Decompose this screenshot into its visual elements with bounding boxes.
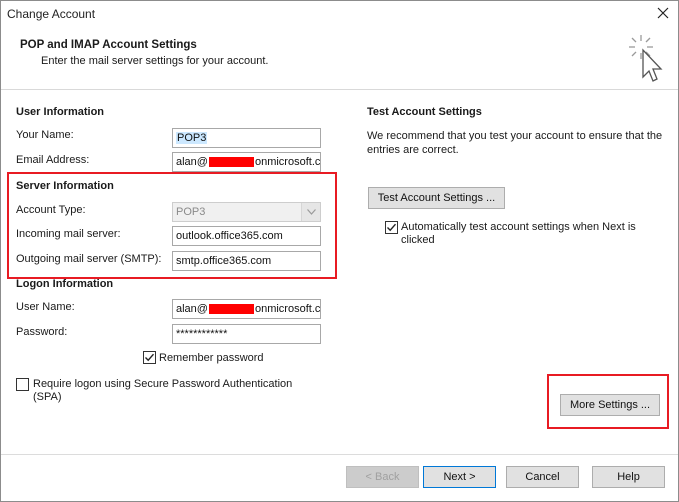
test-settings-description: We recommend that you test your account … [367,130,663,156]
remember-password-checkbox[interactable] [143,351,156,364]
close-icon[interactable] [653,3,673,23]
header-title: POP and IMAP Account Settings [20,39,197,51]
more-settings-highlight [547,374,669,429]
email-address-input[interactable]: alan@ onmicrosoft.co [172,152,321,172]
your-name-value: POP3 [176,132,208,144]
window-title: Change Account [7,7,96,21]
next-button[interactable]: Next > [423,466,496,488]
change-account-dialog: Change Account POP and IMAP Account Sett… [0,0,679,502]
redaction-mark [208,157,254,168]
username-prefix: alan@ [176,303,208,315]
remember-password-label: Remember password [159,352,264,364]
cursor-sparkle-icon [627,33,667,88]
password-input[interactable]: ************ [172,324,321,344]
user-name-label: User Name: [16,301,75,313]
checkmark-icon [145,353,155,362]
redaction-mark [208,304,254,315]
server-info-highlight [7,172,337,279]
user-info-heading: User Information [16,106,105,118]
logon-info-heading: Logon Information [16,278,114,290]
your-name-input[interactable]: POP3 [172,128,321,148]
spa-label: Require logon using Secure Password Auth… [33,378,293,403]
header-subtitle: Enter the mail server settings for your … [41,55,269,67]
email-prefix: alan@ [176,156,208,168]
checkmark-icon [387,223,397,232]
email-address-label: Email Address: [16,154,90,166]
auto-test-label: Automatically test account settings when… [401,221,636,246]
spa-checkbox[interactable] [16,378,29,391]
footer-divider [1,454,678,455]
user-name-input[interactable]: alan@ onmicrosoft.co [172,299,321,319]
test-settings-heading: Test Account Settings [367,106,482,118]
help-button[interactable]: Help [592,466,665,488]
back-button[interactable]: < Back [346,466,419,488]
password-label: Password: [16,326,68,338]
auto-test-checkbox[interactable] [385,221,398,234]
cancel-button[interactable]: Cancel [506,466,579,488]
test-account-settings-button[interactable]: Test Account Settings ... [368,187,505,209]
your-name-label: Your Name: [16,129,74,141]
username-suffix: onmicrosoft.co [254,303,321,315]
email-suffix: onmicrosoft.co [254,156,321,168]
